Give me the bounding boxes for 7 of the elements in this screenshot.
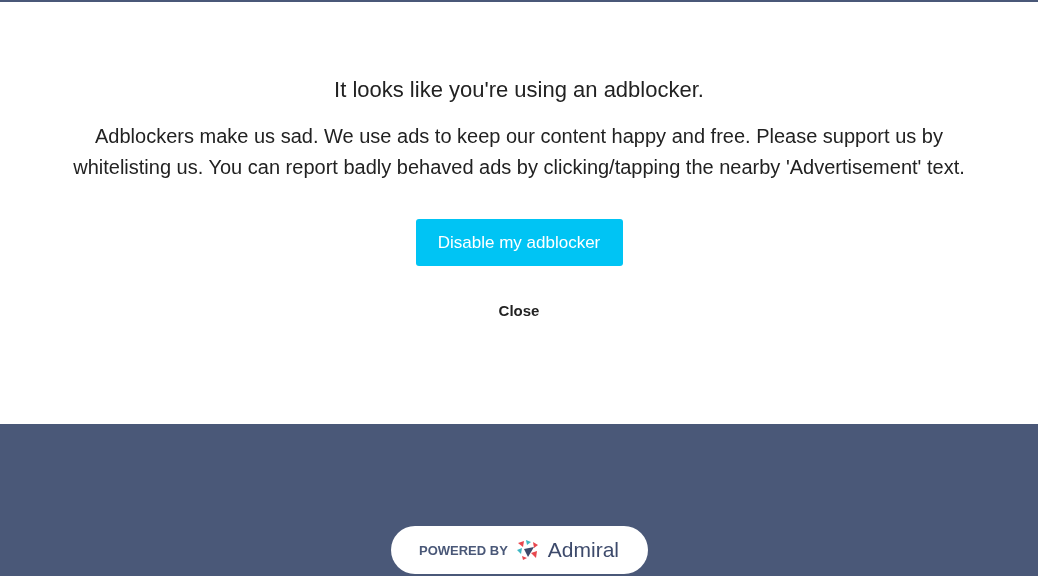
brand-name: Admiral (547, 538, 619, 562)
powered-by-badge[interactable]: POWERED BY Admiral (390, 526, 648, 574)
dialog-title: It looks like you're using an adblocker. (334, 76, 704, 104)
logo-icon (515, 539, 540, 561)
dialog-message: Adblockers make us sad. We use ads to keep our content happy and free. Please support us by whitelisting us. You can report badly behaved ads by clicking/tapping the nearby 'Advertisement' text. (72, 124, 966, 180)
powered-by-label: POWERED BY (419, 542, 508, 558)
close-link[interactable]: Close (498, 302, 540, 319)
